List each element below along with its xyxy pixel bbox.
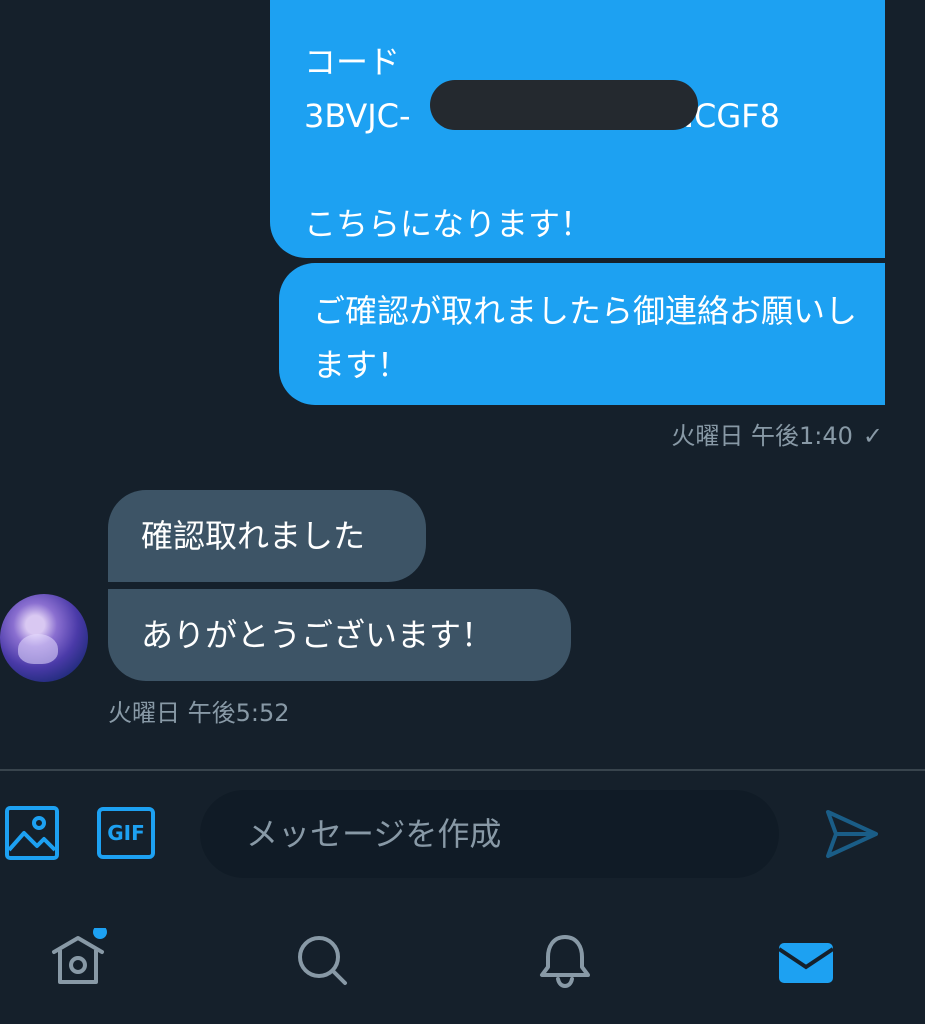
tab-notifications[interactable] xyxy=(533,929,597,993)
message-input[interactable]: メッセージを作成 xyxy=(200,790,779,878)
gif-button[interactable]: GIF xyxy=(97,807,155,859)
bell-icon xyxy=(540,935,590,989)
incoming-timestamp: 火曜日 午後5:52 xyxy=(108,699,290,727)
image-icon xyxy=(5,806,59,860)
home-icon xyxy=(52,925,107,984)
tab-messages[interactable] xyxy=(774,931,838,995)
avatar[interactable] xyxy=(0,594,88,682)
send-icon xyxy=(826,810,878,858)
tab-search[interactable] xyxy=(291,929,355,993)
redaction-mark xyxy=(430,80,698,130)
notification-dot xyxy=(93,925,107,939)
tab-home[interactable] xyxy=(46,925,110,992)
mail-icon xyxy=(777,943,835,983)
image-button[interactable] xyxy=(4,805,60,861)
code-prefix: 3BVJC- xyxy=(304,97,411,135)
incoming-message-1[interactable]: 確認取れました xyxy=(108,490,426,582)
incoming-message-2[interactable]: ありがとうございます！ xyxy=(108,589,571,681)
send-button[interactable] xyxy=(822,806,882,862)
dm-conversation-screen: コード 3BVJC- -NCGF8 こちらになります！ ご確認が取れましたら御連絡お願… xyxy=(0,0,925,1024)
composer-divider xyxy=(0,769,925,771)
read-check-icon: ✓ xyxy=(862,422,883,450)
outgoing-time-text: 火曜日 午後1:40 xyxy=(671,422,853,450)
outgoing-timestamp: 火曜日 午後1:40 ✓ xyxy=(671,421,883,451)
message-bubble-confirm[interactable]: ご確認が取れましたら御連絡お願いします！ xyxy=(279,263,885,405)
search-icon xyxy=(298,936,347,985)
code-note: こちらになります！ xyxy=(304,205,593,243)
